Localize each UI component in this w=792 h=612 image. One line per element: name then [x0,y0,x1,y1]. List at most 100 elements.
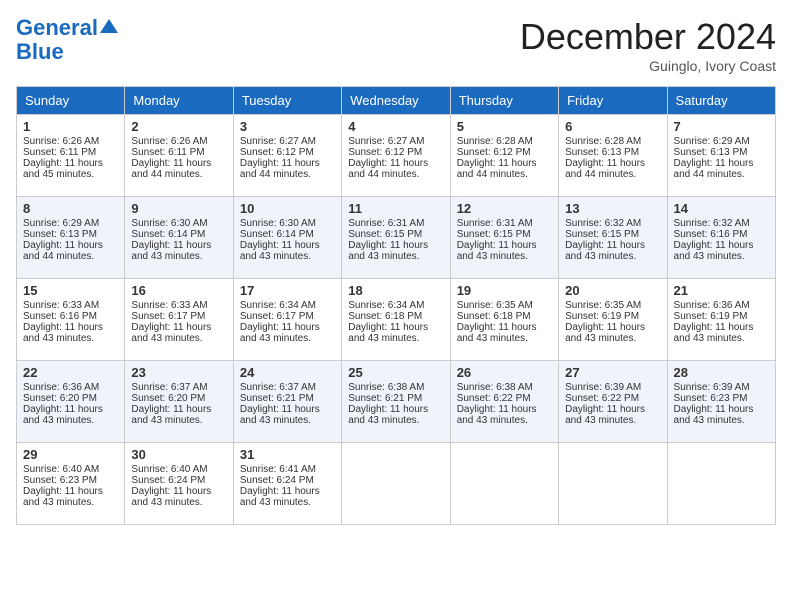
calendar-cell: 21 Sunrise: 6:36 AM Sunset: 6:19 PM Dayl… [667,279,775,361]
day-number: 24 [240,365,335,380]
sunrise-text: Sunrise: 6:38 AM [348,382,424,393]
calendar-day-header: Thursday [450,87,558,115]
sunset-text: Sunset: 6:19 PM [565,311,639,322]
sunset-text: Sunset: 6:15 PM [457,229,531,240]
calendar-cell: 13 Sunrise: 6:32 AM Sunset: 6:15 PM Dayl… [559,197,667,279]
sunrise-text: Sunrise: 6:26 AM [131,136,207,147]
daylight-text: Daylight: 11 hours and 43 minutes. [23,322,103,344]
sunset-text: Sunset: 6:18 PM [457,311,531,322]
calendar-week-row: 22 Sunrise: 6:36 AM Sunset: 6:20 PM Dayl… [17,361,776,443]
daylight-text: Daylight: 11 hours and 43 minutes. [23,486,103,508]
day-number: 26 [457,365,552,380]
sunset-text: Sunset: 6:12 PM [457,147,531,158]
title-block: December 2024 Guinglo, Ivory Coast [520,16,776,74]
sunrise-text: Sunrise: 6:26 AM [23,136,99,147]
sunset-text: Sunset: 6:16 PM [23,311,97,322]
calendar-cell: 28 Sunrise: 6:39 AM Sunset: 6:23 PM Dayl… [667,361,775,443]
sunset-text: Sunset: 6:17 PM [240,311,314,322]
daylight-text: Daylight: 11 hours and 44 minutes. [23,240,103,262]
sunrise-text: Sunrise: 6:34 AM [240,300,316,311]
calendar-day-header: Tuesday [233,87,341,115]
sunrise-text: Sunrise: 6:29 AM [23,218,99,229]
calendar-day-header: Wednesday [342,87,450,115]
sunset-text: Sunset: 6:23 PM [23,475,97,486]
calendar-cell: 2 Sunrise: 6:26 AM Sunset: 6:11 PM Dayli… [125,115,233,197]
calendar-week-row: 1 Sunrise: 6:26 AM Sunset: 6:11 PM Dayli… [17,115,776,197]
daylight-text: Daylight: 11 hours and 43 minutes. [131,240,211,262]
sunset-text: Sunset: 6:16 PM [674,229,748,240]
sunset-text: Sunset: 6:15 PM [565,229,639,240]
sunset-text: Sunset: 6:21 PM [240,393,314,404]
day-number: 12 [457,201,552,216]
daylight-text: Daylight: 11 hours and 44 minutes. [348,158,428,180]
day-number: 5 [457,119,552,134]
sunset-text: Sunset: 6:14 PM [240,229,314,240]
logo-text: General [16,16,98,40]
calendar-cell: 24 Sunrise: 6:37 AM Sunset: 6:21 PM Dayl… [233,361,341,443]
calendar-cell: 18 Sunrise: 6:34 AM Sunset: 6:18 PM Dayl… [342,279,450,361]
day-number: 3 [240,119,335,134]
calendar-cell: 12 Sunrise: 6:31 AM Sunset: 6:15 PM Dayl… [450,197,558,279]
daylight-text: Daylight: 11 hours and 43 minutes. [457,322,537,344]
daylight-text: Daylight: 11 hours and 43 minutes. [348,240,428,262]
calendar-cell [559,443,667,525]
sunrise-text: Sunrise: 6:32 AM [565,218,641,229]
calendar-cell: 27 Sunrise: 6:39 AM Sunset: 6:22 PM Dayl… [559,361,667,443]
day-number: 4 [348,119,443,134]
daylight-text: Daylight: 11 hours and 43 minutes. [457,240,537,262]
sunset-text: Sunset: 6:13 PM [565,147,639,158]
day-number: 6 [565,119,660,134]
calendar-cell: 31 Sunrise: 6:41 AM Sunset: 6:24 PM Dayl… [233,443,341,525]
calendar-cell: 10 Sunrise: 6:30 AM Sunset: 6:14 PM Dayl… [233,197,341,279]
logo: General Blue [16,16,118,64]
calendar-cell: 29 Sunrise: 6:40 AM Sunset: 6:23 PM Dayl… [17,443,125,525]
sunrise-text: Sunrise: 6:31 AM [457,218,533,229]
calendar-header-row: SundayMondayTuesdayWednesdayThursdayFrid… [17,87,776,115]
daylight-text: Daylight: 11 hours and 43 minutes. [348,404,428,426]
sunrise-text: Sunrise: 6:28 AM [565,136,641,147]
sunset-text: Sunset: 6:12 PM [348,147,422,158]
calendar-cell: 16 Sunrise: 6:33 AM Sunset: 6:17 PM Dayl… [125,279,233,361]
page-header: General Blue December 2024 Guinglo, Ivor… [16,16,776,74]
daylight-text: Daylight: 11 hours and 44 minutes. [674,158,754,180]
daylight-text: Daylight: 11 hours and 43 minutes. [674,404,754,426]
calendar-day-header: Saturday [667,87,775,115]
day-number: 9 [131,201,226,216]
calendar-cell: 30 Sunrise: 6:40 AM Sunset: 6:24 PM Dayl… [125,443,233,525]
sunrise-text: Sunrise: 6:36 AM [23,382,99,393]
day-number: 30 [131,447,226,462]
sunrise-text: Sunrise: 6:41 AM [240,464,316,475]
sunset-text: Sunset: 6:15 PM [348,229,422,240]
day-number: 2 [131,119,226,134]
logo-icon [100,17,118,35]
day-number: 18 [348,283,443,298]
sunset-text: Sunset: 6:18 PM [348,311,422,322]
daylight-text: Daylight: 11 hours and 44 minutes. [131,158,211,180]
calendar-day-header: Monday [125,87,233,115]
sunrise-text: Sunrise: 6:34 AM [348,300,424,311]
daylight-text: Daylight: 11 hours and 44 minutes. [240,158,320,180]
daylight-text: Daylight: 11 hours and 43 minutes. [240,486,320,508]
location-subtitle: Guinglo, Ivory Coast [520,58,776,74]
sunset-text: Sunset: 6:21 PM [348,393,422,404]
daylight-text: Daylight: 11 hours and 43 minutes. [565,240,645,262]
calendar-day-header: Sunday [17,87,125,115]
sunrise-text: Sunrise: 6:30 AM [240,218,316,229]
sunrise-text: Sunrise: 6:29 AM [674,136,750,147]
day-number: 7 [674,119,769,134]
daylight-text: Daylight: 11 hours and 43 minutes. [240,322,320,344]
calendar-week-row: 15 Sunrise: 6:33 AM Sunset: 6:16 PM Dayl… [17,279,776,361]
calendar-cell [450,443,558,525]
day-number: 14 [674,201,769,216]
sunset-text: Sunset: 6:19 PM [674,311,748,322]
day-number: 28 [674,365,769,380]
sunrise-text: Sunrise: 6:33 AM [23,300,99,311]
day-number: 17 [240,283,335,298]
month-title: December 2024 [520,16,776,58]
calendar-cell [342,443,450,525]
sunset-text: Sunset: 6:22 PM [457,393,531,404]
sunset-text: Sunset: 6:22 PM [565,393,639,404]
sunrise-text: Sunrise: 6:28 AM [457,136,533,147]
daylight-text: Daylight: 11 hours and 43 minutes. [565,404,645,426]
sunset-text: Sunset: 6:13 PM [674,147,748,158]
